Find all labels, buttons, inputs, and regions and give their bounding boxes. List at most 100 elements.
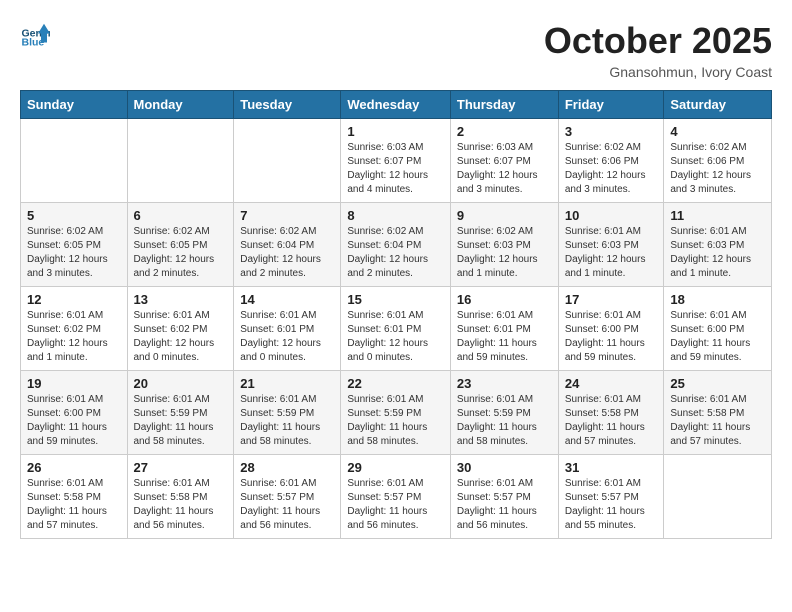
calendar-cell: 22 Sunrise: 6:01 AM Sunset: 5:59 PM Dayli… xyxy=(341,371,451,455)
day-info: Sunrise: 6:01 AM Sunset: 6:01 PM Dayligh… xyxy=(347,309,444,365)
day-info: Sunrise: 6:01 AM Sunset: 5:58 PM Dayligh… xyxy=(670,393,765,449)
week-row-2: 5 Sunrise: 6:02 AM Sunset: 6:05 PM Daylig… xyxy=(21,203,772,287)
day-number: 11 xyxy=(670,208,765,223)
calendar-cell: 1 Sunrise: 6:03 AM Sunset: 6:07 PM Daylig… xyxy=(341,119,451,203)
day-info: Sunrise: 6:01 AM Sunset: 5:58 PM Dayligh… xyxy=(565,393,658,449)
day-number: 16 xyxy=(457,292,552,307)
calendar-cell: 8Sunrise: 6:02 AM Sunset: 6:04 PM Daylig… xyxy=(341,203,451,287)
day-number: 4 xyxy=(670,124,765,139)
weekday-header-tuesday: Tuesday xyxy=(234,91,341,119)
calendar-cell xyxy=(664,455,772,539)
weekday-header-monday: Monday xyxy=(127,91,234,119)
logo: General Blue xyxy=(20,20,52,50)
day-number: 20 xyxy=(134,376,228,391)
weekday-header-saturday: Saturday xyxy=(664,91,772,119)
day-number: 21 xyxy=(240,376,334,391)
svg-text:Blue: Blue xyxy=(22,37,45,49)
day-number: 3 xyxy=(565,124,658,139)
subtitle: Gnansohmun, Ivory Coast xyxy=(544,64,772,80)
day-number: 9 xyxy=(457,208,552,223)
day-info: Sunrise: 6:01 AM Sunset: 5:59 PM Dayligh… xyxy=(347,393,444,449)
calendar-cell: 29Sunrise: 6:01 AM Sunset: 5:57 PM Dayli… xyxy=(341,455,451,539)
day-number: 10 xyxy=(565,208,658,223)
day-number: 8 xyxy=(347,208,444,223)
day-number: 24 xyxy=(565,376,658,391)
weekday-header-thursday: Thursday xyxy=(450,91,558,119)
day-number: 6 xyxy=(134,208,228,223)
day-info: Sunrise: 6:02 AM Sunset: 6:06 PM Dayligh… xyxy=(670,141,765,197)
day-number: 19 xyxy=(27,376,121,391)
weekday-header-friday: Friday xyxy=(558,91,664,119)
calendar-cell: 17 Sunrise: 6:01 AM Sunset: 6:00 PM Dayli… xyxy=(558,287,664,371)
calendar-cell: 26Sunrise: 6:01 AM Sunset: 5:58 PM Dayli… xyxy=(21,455,128,539)
day-number: 17 xyxy=(565,292,658,307)
weekday-header-row: SundayMondayTuesdayWednesdayThursdayFrid… xyxy=(21,91,772,119)
day-info: Sunrise: 6:01 AM Sunset: 6:03 PM Dayligh… xyxy=(670,225,765,281)
day-info: Sunrise: 6:03 AM Sunset: 6:07 PM Dayligh… xyxy=(347,141,444,197)
day-info: Sunrise: 6:01 AM Sunset: 6:00 PM Dayligh… xyxy=(670,309,765,365)
calendar-cell: 25Sunrise: 6:01 AM Sunset: 5:58 PM Dayli… xyxy=(664,371,772,455)
calendar-cell: 5 Sunrise: 6:02 AM Sunset: 6:05 PM Daylig… xyxy=(21,203,128,287)
calendar-cell: 12Sunrise: 6:01 AM Sunset: 6:02 PM Dayli… xyxy=(21,287,128,371)
calendar-cell: 21Sunrise: 6:01 AM Sunset: 5:59 PM Dayli… xyxy=(234,371,341,455)
day-info: Sunrise: 6:01 AM Sunset: 5:57 PM Dayligh… xyxy=(240,477,334,533)
day-number: 5 xyxy=(27,208,121,223)
calendar-cell: 24 Sunrise: 6:01 AM Sunset: 5:58 PM Dayli… xyxy=(558,371,664,455)
calendar-cell: 18 Sunrise: 6:01 AM Sunset: 6:00 PM Dayli… xyxy=(664,287,772,371)
calendar-cell: 3 Sunrise: 6:02 AM Sunset: 6:06 PM Daylig… xyxy=(558,119,664,203)
day-info: Sunrise: 6:02 AM Sunset: 6:06 PM Dayligh… xyxy=(565,141,658,197)
day-info: Sunrise: 6:03 AM Sunset: 6:07 PM Dayligh… xyxy=(457,141,552,197)
calendar-cell xyxy=(21,119,128,203)
weekday-header-sunday: Sunday xyxy=(21,91,128,119)
day-number: 28 xyxy=(240,460,334,475)
calendar-cell: 23Sunrise: 6:01 AM Sunset: 5:59 PM Dayli… xyxy=(450,371,558,455)
calendar-cell: 11 Sunrise: 6:01 AM Sunset: 6:03 PM Dayli… xyxy=(664,203,772,287)
day-info: Sunrise: 6:01 AM Sunset: 6:00 PM Dayligh… xyxy=(27,393,121,449)
day-number: 22 xyxy=(347,376,444,391)
header: General Blue October 2025 Gnansohmun, Iv… xyxy=(20,20,772,80)
day-number: 13 xyxy=(134,292,228,307)
calendar-cell xyxy=(234,119,341,203)
day-info: Sunrise: 6:01 AM Sunset: 6:03 PM Dayligh… xyxy=(565,225,658,281)
calendar-cell: 14 Sunrise: 6:01 AM Sunset: 6:01 PM Dayli… xyxy=(234,287,341,371)
calendar-cell: 4 Sunrise: 6:02 AM Sunset: 6:06 PM Daylig… xyxy=(664,119,772,203)
week-row-4: 19 Sunrise: 6:01 AM Sunset: 6:00 PM Dayli… xyxy=(21,371,772,455)
day-info: Sunrise: 6:02 AM Sunset: 6:05 PM Dayligh… xyxy=(27,225,121,281)
calendar-cell: 6 Sunrise: 6:02 AM Sunset: 6:05 PM Daylig… xyxy=(127,203,234,287)
calendar-cell xyxy=(127,119,234,203)
day-info: Sunrise: 6:02 AM Sunset: 6:04 PM Dayligh… xyxy=(240,225,334,281)
calendar-cell: 19 Sunrise: 6:01 AM Sunset: 6:00 PM Dayli… xyxy=(21,371,128,455)
day-info: Sunrise: 6:01 AM Sunset: 6:02 PM Dayligh… xyxy=(134,309,228,365)
calendar-cell: 28 Sunrise: 6:01 AM Sunset: 5:57 PM Dayli… xyxy=(234,455,341,539)
day-number: 31 xyxy=(565,460,658,475)
day-info: Sunrise: 6:01 AM Sunset: 6:00 PM Dayligh… xyxy=(565,309,658,365)
day-info: Sunrise: 6:01 AM Sunset: 5:58 PM Dayligh… xyxy=(134,477,228,533)
day-info: Sunrise: 6:02 AM Sunset: 6:05 PM Dayligh… xyxy=(134,225,228,281)
calendar-cell: 30Sunrise: 6:01 AM Sunset: 5:57 PM Dayli… xyxy=(450,455,558,539)
day-number: 18 xyxy=(670,292,765,307)
calendar-cell: 15 Sunrise: 6:01 AM Sunset: 6:01 PM Dayli… xyxy=(341,287,451,371)
day-info: Sunrise: 6:02 AM Sunset: 6:03 PM Dayligh… xyxy=(457,225,552,281)
weekday-header-wednesday: Wednesday xyxy=(341,91,451,119)
day-number: 2 xyxy=(457,124,552,139)
logo-icon: General Blue xyxy=(20,20,50,50)
day-number: 14 xyxy=(240,292,334,307)
month-title: October 2025 xyxy=(544,20,772,62)
day-number: 7 xyxy=(240,208,334,223)
calendar-cell: 10 Sunrise: 6:01 AM Sunset: 6:03 PM Dayli… xyxy=(558,203,664,287)
calendar-cell: 20Sunrise: 6:01 AM Sunset: 5:59 PM Dayli… xyxy=(127,371,234,455)
week-row-5: 26Sunrise: 6:01 AM Sunset: 5:58 PM Dayli… xyxy=(21,455,772,539)
day-number: 1 xyxy=(347,124,444,139)
day-info: Sunrise: 6:01 AM Sunset: 6:01 PM Dayligh… xyxy=(240,309,334,365)
calendar: SundayMondayTuesdayWednesdayThursdayFrid… xyxy=(20,90,772,539)
calendar-cell: 7 Sunrise: 6:02 AM Sunset: 6:04 PM Daylig… xyxy=(234,203,341,287)
day-info: Sunrise: 6:01 AM Sunset: 5:57 PM Dayligh… xyxy=(457,477,552,533)
day-info: Sunrise: 6:01 AM Sunset: 5:58 PM Dayligh… xyxy=(27,477,121,533)
calendar-cell: 9 Sunrise: 6:02 AM Sunset: 6:03 PM Daylig… xyxy=(450,203,558,287)
calendar-cell: 16Sunrise: 6:01 AM Sunset: 6:01 PM Dayli… xyxy=(450,287,558,371)
day-info: Sunrise: 6:01 AM Sunset: 5:57 PM Dayligh… xyxy=(565,477,658,533)
day-info: Sunrise: 6:01 AM Sunset: 5:59 PM Dayligh… xyxy=(457,393,552,449)
day-number: 15 xyxy=(347,292,444,307)
day-number: 27 xyxy=(134,460,228,475)
week-row-3: 12Sunrise: 6:01 AM Sunset: 6:02 PM Dayli… xyxy=(21,287,772,371)
